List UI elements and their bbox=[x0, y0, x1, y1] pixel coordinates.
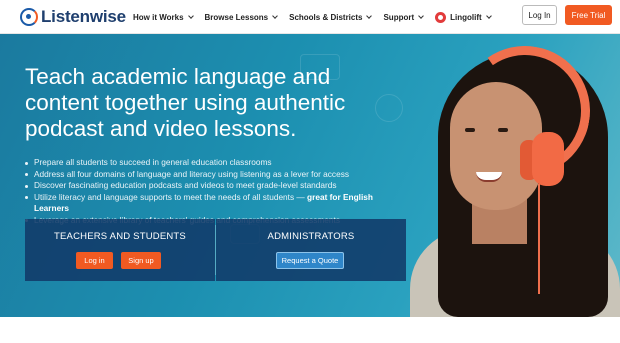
nav-support[interactable]: Support bbox=[383, 12, 424, 22]
panel-title: TEACHERS AND STUDENTS bbox=[54, 231, 186, 242]
teacher-login-button[interactable]: Log in bbox=[76, 252, 113, 269]
headphones-cup bbox=[532, 132, 564, 186]
teacher-signup-button[interactable]: Sign up bbox=[121, 252, 161, 269]
student-photo bbox=[410, 35, 620, 317]
headphones-wire bbox=[538, 184, 540, 294]
chevron-down-icon bbox=[485, 12, 492, 19]
chevron-down-icon bbox=[366, 12, 373, 19]
feature-item-el: Utilize literacy and language supports t… bbox=[25, 192, 395, 215]
nav-label: Schools & Districts bbox=[289, 12, 363, 22]
feature-item: Discover fascinating education podcasts … bbox=[25, 180, 395, 192]
nav-lingolift[interactable]: Lingolift bbox=[435, 11, 492, 23]
nav-label: Browse Lessons bbox=[204, 12, 269, 22]
logo[interactable]: Listenwise bbox=[20, 7, 126, 27]
administrators-panel: ADMINISTRATORS Request a Quote bbox=[216, 219, 406, 281]
nav-label: Support bbox=[383, 12, 415, 22]
chevron-down-icon bbox=[187, 12, 194, 19]
nav-label: How it Works bbox=[133, 12, 184, 22]
nav-how-it-works[interactable]: How it Works bbox=[133, 12, 194, 22]
free-trial-button[interactable]: Free Trial bbox=[565, 5, 612, 25]
panel-title: ADMINISTRATORS bbox=[267, 231, 355, 242]
feature-item: Prepare all students to succeed in gener… bbox=[25, 157, 395, 169]
nav-label: Lingolift bbox=[450, 12, 482, 22]
teachers-students-panel: TEACHERS AND STUDENTS Log in Sign up bbox=[25, 219, 215, 281]
chevron-down-icon bbox=[418, 12, 424, 19]
feature-item: Address all four domains of language and… bbox=[25, 169, 395, 181]
hero-headline: Teach academic language and content toge… bbox=[25, 64, 346, 141]
logo-mark-icon bbox=[20, 8, 38, 26]
logo-text: Listenwise bbox=[41, 7, 126, 26]
site-header: Listenwise How it Works Browse Lessons S… bbox=[0, 0, 620, 34]
feature-item-text: Utilize literacy and language supports t… bbox=[34, 191, 308, 202]
page: Listenwise How it Works Browse Lessons S… bbox=[0, 0, 620, 343]
nav-browse-lessons[interactable]: Browse Lessons bbox=[205, 13, 278, 22]
feature-list: Prepare all students to succeed in gener… bbox=[25, 157, 395, 226]
login-button[interactable]: Log In bbox=[522, 5, 557, 25]
lingolift-icon bbox=[435, 11, 447, 23]
chevron-down-icon bbox=[272, 12, 278, 19]
nav-schools-districts[interactable]: Schools & Districts bbox=[289, 12, 373, 22]
request-quote-button[interactable]: Request a Quote bbox=[276, 252, 344, 269]
main-nav: How it Works Browse Lessons Schools & Di… bbox=[133, 0, 503, 34]
